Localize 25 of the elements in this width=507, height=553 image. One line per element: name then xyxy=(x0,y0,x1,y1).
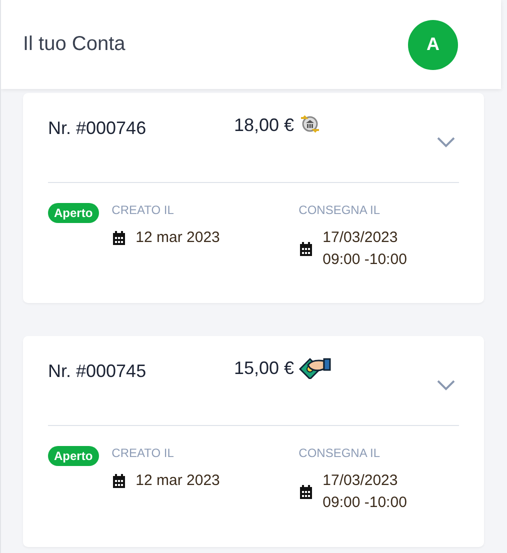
cash-payment-icon xyxy=(298,355,332,379)
status-badge: Aperto xyxy=(48,446,99,466)
created-date: 12 mar 2023 xyxy=(136,472,220,489)
delivery-time: 09:00 -10:00 xyxy=(322,251,407,268)
delivery-time: 09:00 -10:00 xyxy=(322,494,407,511)
created-label: CREATO IL xyxy=(112,446,175,460)
chevron-down-icon[interactable] xyxy=(436,136,456,148)
calendar-icon xyxy=(112,230,126,246)
delivery-date: 17/03/2023 xyxy=(322,229,399,246)
delivery-label: CONSEGNA IL xyxy=(298,203,382,217)
calendar-icon xyxy=(298,484,313,500)
avatar-button[interactable]: A xyxy=(408,20,458,70)
created-label: CREATO IL xyxy=(112,203,175,217)
order-number: Nr. #000746 xyxy=(48,118,148,139)
order-number: Nr. #000745 xyxy=(48,361,148,382)
delivery-date: 17/03/2023 xyxy=(322,472,399,489)
order-amount: 15,00 € xyxy=(234,358,294,379)
chevron-down-icon[interactable] xyxy=(436,379,456,391)
status-badge: Aperto xyxy=(48,203,99,223)
calendar-icon xyxy=(112,472,126,488)
delivery-label: CONSEGNA IL xyxy=(298,446,382,460)
order-amount: 18,00 € xyxy=(234,115,294,136)
calendar-icon xyxy=(298,240,313,256)
page-title: Il tuo Conta xyxy=(23,33,126,56)
created-date: 12 mar 2023 xyxy=(136,229,220,246)
